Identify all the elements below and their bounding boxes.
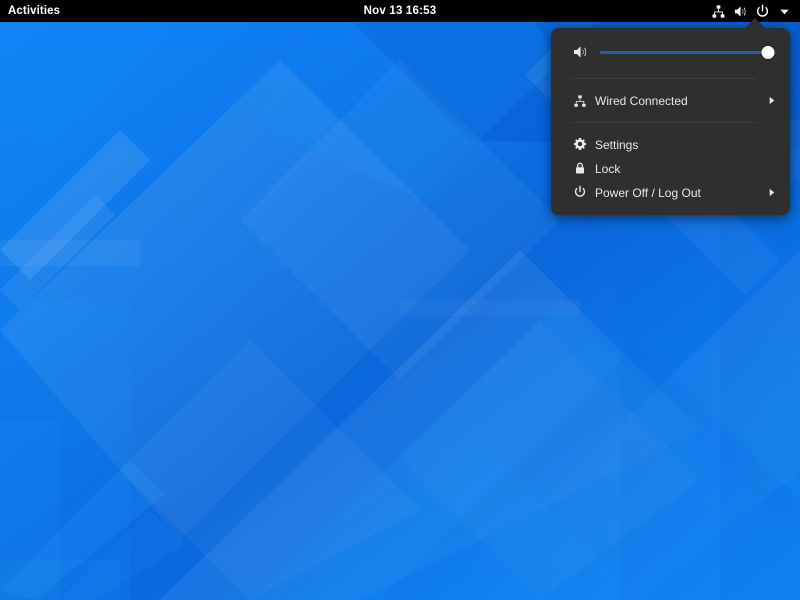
menu-item-settings[interactable]: Settings	[551, 132, 790, 156]
chevron-right-icon[interactable]	[766, 187, 776, 197]
volume-slider-knob[interactable]	[762, 46, 775, 59]
activities-button[interactable]: Activities	[0, 0, 68, 22]
menu-spacer-2	[551, 79, 790, 88]
menu-item-label: Wired Connected	[595, 94, 766, 107]
menu-spacer-3	[551, 113, 790, 122]
power-icon	[572, 184, 588, 200]
volume-slider-fill	[600, 51, 768, 54]
menu-item-no-arrow	[766, 163, 776, 173]
menu-item-label: Power Off / Log Out	[595, 186, 766, 199]
wired-network-icon	[572, 93, 588, 109]
desktop-screen: Activities Nov 13 16:53	[0, 0, 800, 600]
volume-slider[interactable]	[600, 43, 768, 61]
volume-high-icon[interactable]	[572, 43, 590, 61]
chevron-down-icon[interactable]	[776, 3, 792, 19]
system-menu-pointer	[744, 18, 766, 29]
gear-icon	[572, 136, 588, 152]
menu-item-no-arrow	[766, 139, 776, 149]
volume-icon[interactable]	[732, 3, 748, 19]
wired-network-icon[interactable]	[710, 3, 726, 19]
menu-spacer-4	[551, 123, 790, 132]
menu-spacer-1	[551, 71, 790, 78]
menu-item-lock[interactable]: Lock	[551, 156, 790, 180]
power-icon[interactable]	[754, 3, 770, 19]
chevron-right-icon[interactable]	[766, 96, 776, 106]
lock-icon	[572, 160, 588, 176]
top-bar: Activities Nov 13 16:53	[0, 0, 800, 22]
clock-button[interactable]: Nov 13 16:53	[0, 5, 800, 17]
menu-item-power[interactable]: Power Off / Log Out	[551, 180, 790, 204]
volume-slider-row[interactable]	[551, 33, 790, 71]
menu-bottom-spacer	[551, 204, 790, 215]
system-menu-popup[interactable]: Wired Connected Settings	[551, 28, 790, 215]
menu-item-label: Settings	[595, 138, 766, 151]
menu-item-wired[interactable]: Wired Connected	[551, 88, 790, 113]
menu-item-label: Lock	[595, 162, 766, 175]
